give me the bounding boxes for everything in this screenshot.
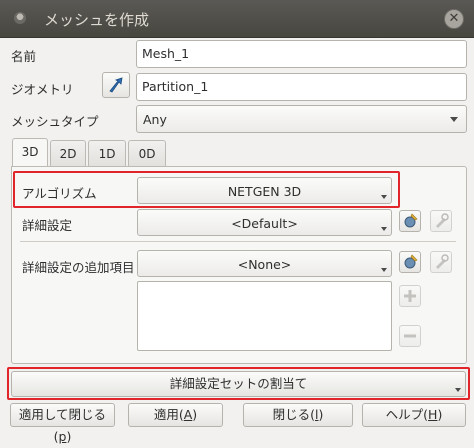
select-arrow-icon [109,77,123,93]
assign-hypothesis-set-button[interactable]: 詳細設定セットの割当て [11,371,466,397]
mesh-type-select[interactable]: Any [136,105,467,133]
select-geometry-button[interactable] [102,72,130,98]
separator [20,241,456,242]
remove-button[interactable] [399,325,421,347]
apply-label: 適用( [153,407,184,422]
hypothesis-tool-icon [436,213,449,228]
apply-button[interactable]: 適用(A) [128,403,223,427]
add-hypothesis-tool-button[interactable] [430,251,452,273]
algorithm-label: アルゴリズム [22,186,97,201]
close-icon[interactable]: ✕ [444,9,464,29]
algorithm-select[interactable]: NETGEN 3D [137,177,392,204]
apply-and-close-button[interactable]: 適用して閉じる(p) [10,403,115,444]
add-icon [404,290,416,302]
add-button[interactable] [399,285,421,307]
chevron-down-icon [381,195,387,199]
edit-hypothesis-icon [404,254,418,269]
close-label: 閉じる( [272,407,315,422]
geometry-input[interactable]: Partition_1 [136,73,467,101]
geometry-label: ジオメトリ [11,82,74,97]
tab-3d[interactable]: 3D [12,138,48,168]
name-label: 名前 [11,49,37,64]
chevron-down-icon [455,388,461,392]
hypothesis-label: 詳細設定 [22,218,73,233]
chevron-down-icon [450,117,458,122]
add-hypothesis-select[interactable]: <None> [137,250,392,277]
apply-label-end: ) [192,407,198,422]
remove-icon [404,334,416,338]
help-button[interactable]: ヘルプ(H) [362,403,466,427]
tab-1d[interactable]: 1D [88,140,126,166]
edit-add-hypothesis-button[interactable] [399,251,421,273]
mesh-type-value: Any [143,112,167,127]
mesh-type-label: メッシュタイプ [11,114,99,129]
apply-and-close-shortcut: p [58,429,67,444]
help-label: ヘルプ( [385,407,429,422]
help-label-end: ) [437,407,443,422]
edit-hypothesis-icon [404,213,418,228]
close-label-end: ) [318,407,324,422]
window-menu-icon[interactable] [14,12,26,24]
edit-hypothesis-button[interactable] [399,210,421,232]
tab-2d[interactable]: 2D [50,140,86,166]
add-hypothesis-value: <None> [237,257,292,272]
close-button[interactable]: 閉じる(l) [243,403,353,427]
window-title: メッシュを作成 [44,11,150,29]
hypothesis-select[interactable]: <Default> [137,209,392,236]
add-hypothesis-label: 詳細設定の追加項目 [22,260,135,275]
chevron-down-icon [381,227,387,231]
additional-hypotheses-list[interactable] [137,281,392,351]
chevron-down-icon [381,268,387,272]
hypothesis-value: <Default> [231,216,298,231]
apply-shortcut: A [183,407,193,422]
hypothesis-tool-button[interactable] [430,210,452,232]
tab-0d[interactable]: 0D [128,140,166,166]
hypothesis-tool-icon [436,254,449,269]
assign-hypothesis-set-label: 詳細設定セットの割当て [169,376,308,391]
apply-and-close-label-end: ) [66,429,72,444]
algorithm-value: NETGEN 3D [227,184,302,199]
name-input[interactable]: Mesh_1 [136,40,467,68]
